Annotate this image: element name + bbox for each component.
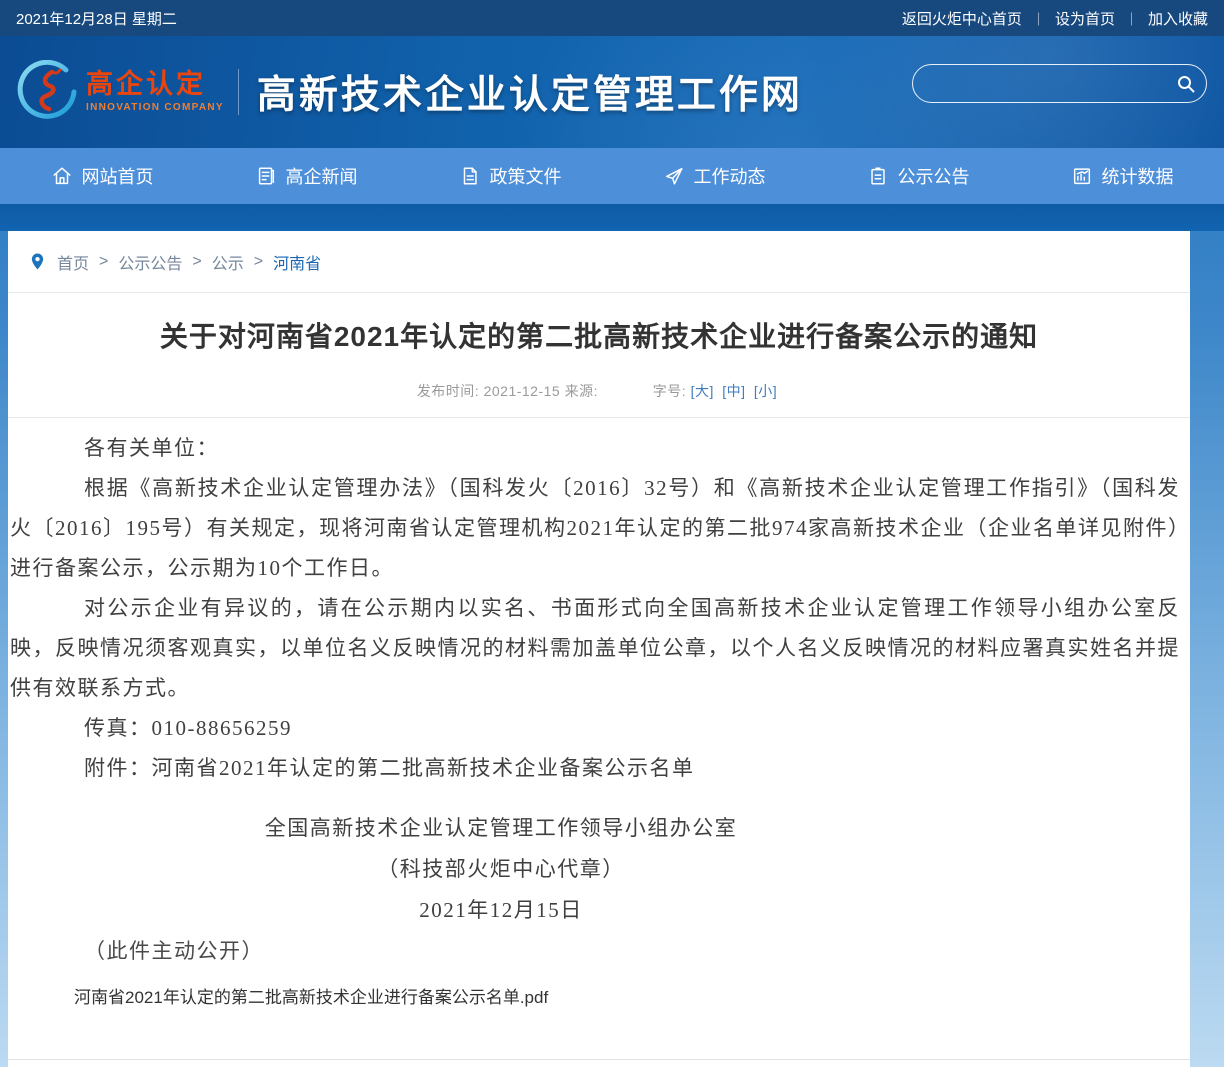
paper-plane-icon bbox=[663, 165, 685, 187]
header-bottom-strip bbox=[0, 204, 1224, 231]
font-size-large[interactable]: [大] bbox=[691, 383, 714, 399]
search-button[interactable] bbox=[1166, 65, 1206, 102]
home-icon bbox=[51, 165, 73, 187]
nav-item-label: 高企新闻 bbox=[286, 163, 358, 189]
logo-subtitle: INNOVATION COMPANY bbox=[86, 103, 224, 113]
logo-title: 高企认定 bbox=[86, 71, 224, 98]
news-icon bbox=[255, 165, 277, 187]
signature-block: 全国高新技术企业认定管理工作领导小组办公室 （科技部火炬中心代章） 2021年1… bbox=[10, 808, 992, 931]
font-size-controls: [大] [中] [小] bbox=[691, 383, 782, 399]
article-title: 关于对河南省2021年认定的第二批高新技术企业进行备案公示的通知 bbox=[8, 315, 1190, 355]
disclosure-note: （此件主动公开） bbox=[10, 931, 1180, 971]
document-icon bbox=[459, 165, 481, 187]
site-logo-icon[interactable] bbox=[16, 60, 80, 124]
attachment-pdf-link[interactable]: 河南省2021年认定的第二批高新技术企业进行备案公示名单.pdf bbox=[74, 985, 548, 1011]
breadcrumb-separator: > bbox=[192, 253, 201, 271]
main-nav: 网站首页 高企新闻 政策文件 工作动态 公示公告 bbox=[0, 148, 1224, 204]
bottom-divider bbox=[8, 1059, 1190, 1060]
breadcrumb-public-notice[interactable]: 公示公告 bbox=[118, 250, 182, 274]
nav-item-statistics[interactable]: 统计数据 bbox=[1020, 148, 1224, 204]
breadcrumb-separator: > bbox=[99, 253, 108, 271]
breadcrumb-henan[interactable]: 河南省 bbox=[273, 250, 321, 274]
breadcrumb-separator: > bbox=[254, 253, 263, 271]
font-size-small[interactable]: [小] bbox=[754, 383, 777, 399]
link-torch-center-home[interactable]: 返回火炬中心首页 bbox=[902, 8, 1022, 29]
signature-seal: （科技部火炬中心代章） bbox=[10, 849, 992, 890]
paragraph-salutation: 各有关单位： bbox=[10, 428, 1180, 468]
bar-chart-icon bbox=[1071, 165, 1093, 187]
location-pin-icon bbox=[30, 252, 45, 271]
paragraph-basis: 根据《高新技术企业认定管理办法》（国科发火〔2016〕32号）和《高新技术企业认… bbox=[10, 468, 1180, 588]
current-date: 2021年12月28日 星期二 bbox=[16, 8, 177, 29]
article-meta: 发布时间: 2021-12-15 来源: 字号: [大] [中] [小] bbox=[8, 381, 1190, 401]
topbar-links: 返回火炬中心首页 ｜ 设为首页 ｜ 加入收藏 bbox=[902, 8, 1208, 29]
header-divider bbox=[238, 69, 239, 115]
paragraph-attachment-title: 附件：河南省2021年认定的第二批高新技术企业备案公示名单 bbox=[10, 748, 1180, 788]
content-panel: 首页 > 公示公告 > 公示 > 河南省 关于对河南省2021年认定的第二批高新… bbox=[8, 231, 1190, 1067]
publish-date: 2021-12-15 bbox=[484, 383, 561, 399]
article-header: 关于对河南省2021年认定的第二批高新技术企业进行备案公示的通知 发布时间: 2… bbox=[8, 293, 1190, 418]
article-body: 各有关单位： 根据《高新技术企业认定管理办法》（国科发火〔2016〕32号）和《… bbox=[8, 418, 1190, 1016]
nav-item-label: 公示公告 bbox=[898, 163, 970, 189]
nav-item-news[interactable]: 高企新闻 bbox=[204, 148, 408, 204]
nav-item-label: 网站首页 bbox=[82, 163, 154, 189]
nav-item-policy[interactable]: 政策文件 bbox=[408, 148, 612, 204]
font-size-medium[interactable]: [中] bbox=[722, 383, 745, 399]
publish-time-label: 发布时间: bbox=[417, 383, 479, 399]
link-set-homepage[interactable]: 设为首页 bbox=[1055, 8, 1115, 29]
top-utility-bar: 2021年12月28日 星期二 返回火炬中心首页 ｜ 设为首页 ｜ 加入收藏 bbox=[0, 0, 1224, 36]
topbar-separator: ｜ bbox=[1032, 9, 1045, 28]
site-header: 高企认定 INNOVATION COMPANY 高新技术企业认定管理工作网 bbox=[0, 36, 1224, 148]
nav-item-label: 统计数据 bbox=[1102, 163, 1174, 189]
nav-item-home[interactable]: 网站首页 bbox=[0, 148, 204, 204]
paragraph-fax: 传真：010-88656259 bbox=[10, 708, 1180, 748]
clipboard-icon bbox=[867, 165, 889, 187]
nav-item-public-notice[interactable]: 公示公告 bbox=[816, 148, 1020, 204]
search-box[interactable] bbox=[912, 64, 1207, 103]
signature-date: 2021年12月15日 bbox=[10, 890, 992, 931]
breadcrumb-notice[interactable]: 公示 bbox=[212, 250, 244, 274]
site-title: 高新技术企业认定管理工作网 bbox=[257, 64, 803, 120]
signature-office: 全国高新技术企业认定管理工作领导小组办公室 bbox=[10, 808, 992, 849]
nav-item-label: 政策文件 bbox=[490, 163, 562, 189]
logo-text[interactable]: 高企认定 INNOVATION COMPANY bbox=[86, 71, 224, 113]
nav-item-label: 工作动态 bbox=[694, 163, 766, 189]
breadcrumb-home[interactable]: 首页 bbox=[57, 250, 89, 274]
breadcrumb: 首页 > 公示公告 > 公示 > 河南省 bbox=[8, 231, 1190, 293]
nav-item-work-trends[interactable]: 工作动态 bbox=[612, 148, 816, 204]
topbar-separator: ｜ bbox=[1125, 9, 1138, 28]
font-size-label: 字号: bbox=[653, 383, 686, 399]
search-icon bbox=[1174, 72, 1198, 96]
source-label: 来源: bbox=[565, 383, 598, 399]
link-add-favorites[interactable]: 加入收藏 bbox=[1148, 8, 1208, 29]
paragraph-objection: 对公示企业有异议的，请在公示期内以实名、书面形式向全国高新技术企业认定管理工作领… bbox=[10, 588, 1180, 708]
search-input[interactable] bbox=[913, 75, 1166, 92]
